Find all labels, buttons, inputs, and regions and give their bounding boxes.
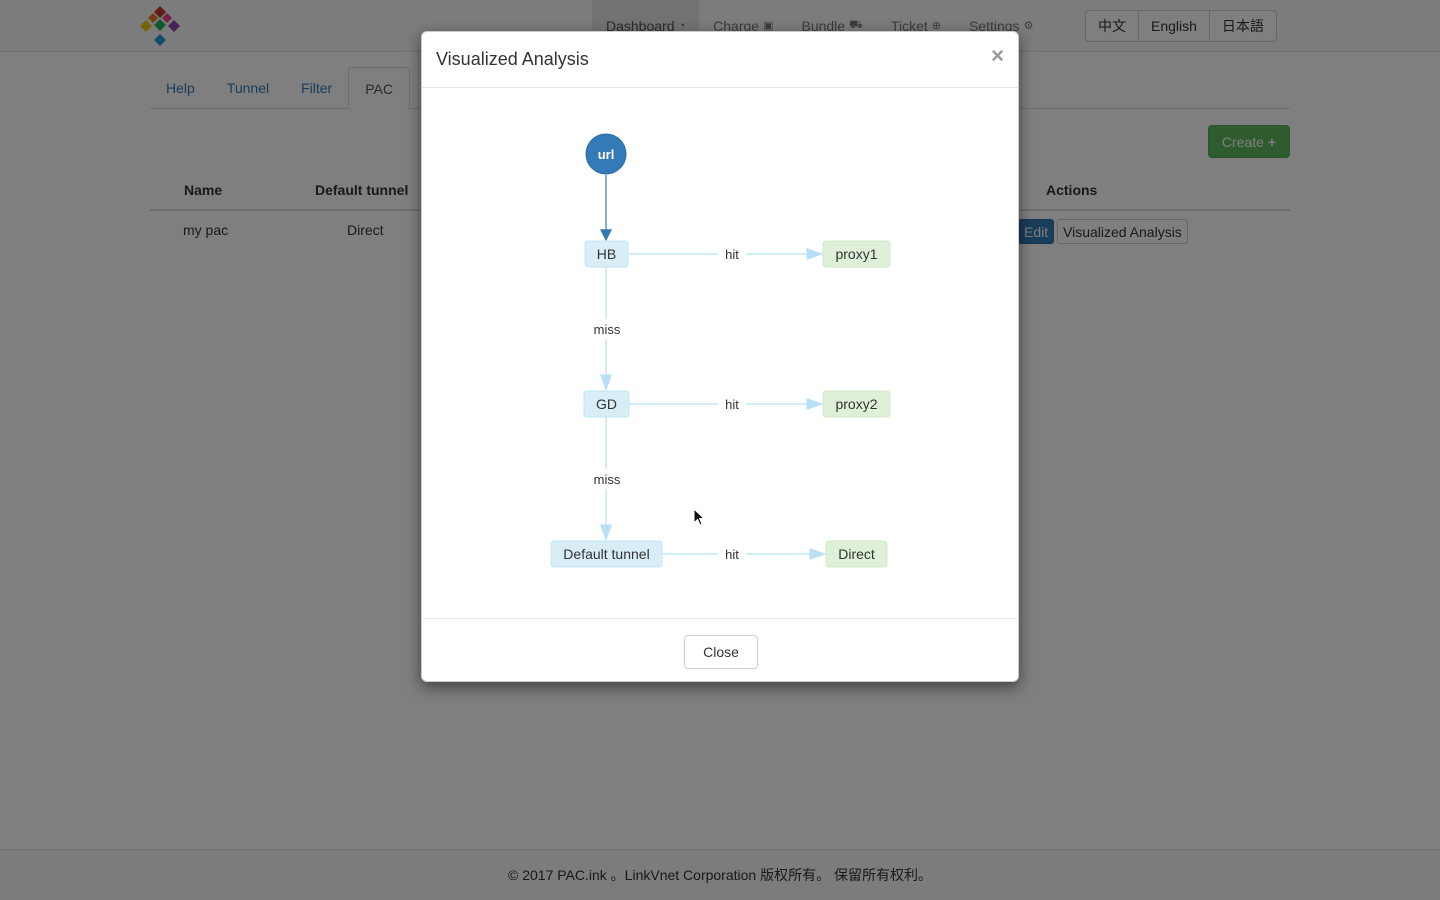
hit-label-3: hit bbox=[725, 547, 739, 562]
hit-label-2: hit bbox=[725, 397, 739, 412]
rule-node-gd-label: GD bbox=[596, 396, 617, 412]
visualized-analysis-modal: Visualized Analysis × hit hit hit miss m… bbox=[421, 31, 1019, 682]
flow-graph: hit hit hit miss miss url HB GD Default … bbox=[550, 133, 891, 568]
modal-body: hit hit hit miss miss url HB GD Default … bbox=[422, 88, 1018, 618]
miss-label-1: miss bbox=[594, 322, 621, 337]
rule-node-default-tunnel-label: Default tunnel bbox=[563, 546, 649, 562]
modal-footer: Close bbox=[422, 618, 1018, 682]
close-icon[interactable]: × bbox=[991, 44, 1004, 68]
target-node-proxy1-label: proxy1 bbox=[835, 246, 877, 262]
start-node-label: url bbox=[598, 147, 615, 162]
modal-header: Visualized Analysis × bbox=[422, 32, 1018, 88]
hit-label-1: hit bbox=[725, 247, 739, 262]
miss-label-2: miss bbox=[594, 472, 621, 487]
rule-node-hb-label: HB bbox=[597, 246, 616, 262]
modal-title: Visualized Analysis bbox=[436, 49, 589, 69]
target-node-direct-label: Direct bbox=[838, 546, 875, 562]
target-node-proxy2-label: proxy2 bbox=[835, 396, 877, 412]
mouse-cursor-icon bbox=[693, 508, 706, 526]
close-button[interactable]: Close bbox=[684, 635, 758, 669]
